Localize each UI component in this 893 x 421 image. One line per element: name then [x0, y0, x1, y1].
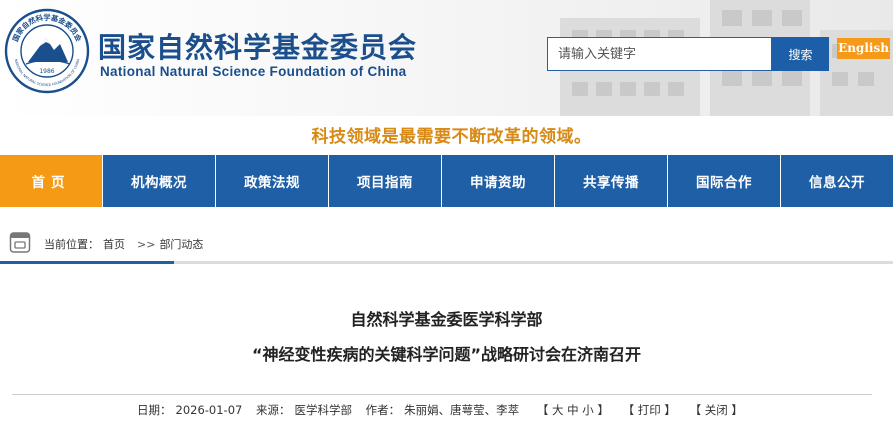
site-header: 国家自然科学基金委员会 NATIONAL NATURAL SCIENCE FOU…	[0, 0, 893, 116]
breadcrumb-current[interactable]: 部门动态	[159, 238, 203, 251]
nav-item-international[interactable]: 国际合作	[668, 155, 781, 207]
nsfc-logo[interactable]: 国家自然科学基金委员会 NATIONAL NATURAL SCIENCE FOU…	[4, 8, 90, 94]
print-button[interactable]: 【 打印 】	[623, 403, 676, 417]
nav-item-sharing[interactable]: 共享传播	[555, 155, 668, 207]
breadcrumb-home[interactable]: 首页	[103, 238, 125, 251]
breadcrumb-divider-accent	[0, 261, 174, 264]
article-source: 医学科学部	[294, 403, 353, 417]
nav-item-disclosure[interactable]: 信息公开	[781, 155, 893, 207]
logo-year: 1986	[39, 68, 54, 75]
search-button[interactable]: 搜索	[772, 37, 829, 71]
main-nav: 首页 机构概况 政策法规 项目指南 申请资助 共享传播 国际合作 信息公开	[0, 155, 893, 207]
font-size-medium[interactable]: 中	[567, 403, 579, 417]
article-authors: 朱丽娟、唐萼莹、李萃	[404, 403, 520, 417]
nav-item-guide[interactable]: 项目指南	[329, 155, 442, 207]
breadcrumb-prefix: 当前位置：	[44, 238, 99, 251]
search-input[interactable]	[547, 37, 772, 71]
font-size-small[interactable]: 小	[582, 403, 594, 417]
font-size-close: 】	[597, 403, 609, 417]
nav-item-apply[interactable]: 申请资助	[442, 155, 555, 207]
font-size-large[interactable]: 大	[552, 403, 564, 417]
article-divider	[12, 394, 872, 395]
nav-item-about[interactable]: 机构概况	[103, 155, 216, 207]
author-label: 作者：	[365, 403, 401, 417]
nav-item-policies[interactable]: 政策法规	[216, 155, 329, 207]
article-date: 2026-01-07	[175, 403, 243, 417]
nsfc-logo-icon: 国家自然科学基金委员会 NATIONAL NATURAL SCIENCE FOU…	[4, 8, 90, 94]
font-size-open: 【	[536, 403, 549, 417]
slogan-banner: 科技领域是最需要不断改革的领域。	[311, 127, 592, 147]
site-title: 国家自然科学基金委员会	[98, 31, 418, 64]
location-icon	[9, 232, 31, 253]
source-label: 来源：	[256, 403, 291, 417]
site-subtitle: National Natural Science Foundation of C…	[100, 64, 407, 79]
article-title-line1: 自然科学基金委医学科学部	[350, 310, 543, 329]
article-title-line2: “神经变性疾病的关键科学问题”战略研讨会在济南召开	[251, 345, 642, 364]
breadcrumb: 当前位置： 首页 >> 部门动态	[0, 228, 893, 258]
close-button[interactable]: 【 关闭 】	[690, 403, 743, 417]
english-link[interactable]: English	[837, 38, 890, 59]
date-label: 日期：	[137, 403, 172, 417]
font-size-control: 【 大 中 小 】	[537, 403, 609, 417]
nav-item-home[interactable]: 首页	[0, 155, 103, 207]
breadcrumb-separator: >>	[137, 238, 156, 251]
